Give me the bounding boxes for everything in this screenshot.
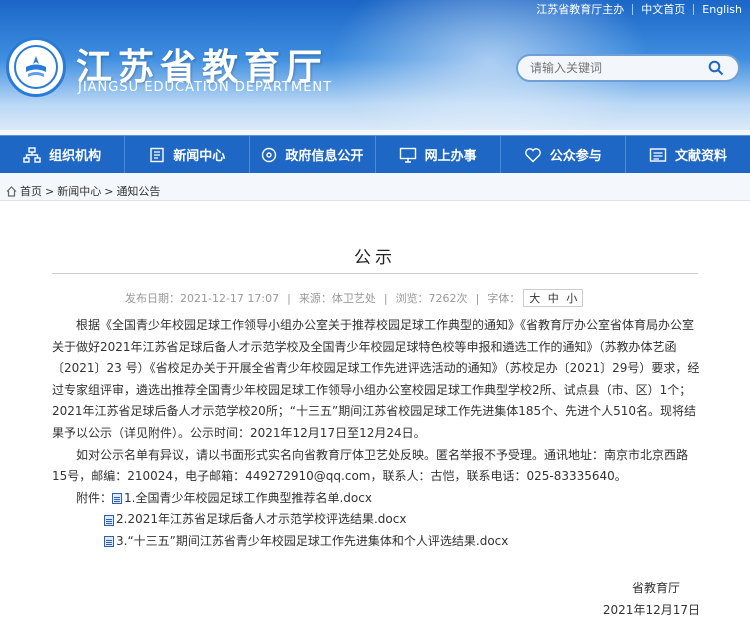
- nav-item-documents[interactable]: 文献资料: [626, 136, 750, 173]
- org-chart-icon: [23, 146, 41, 163]
- article-title: 公示: [354, 248, 396, 268]
- article-panel: 公示 发布日期：2021-12-17 17:07 | 来源：体卫艺处 | 浏览：…: [0, 200, 750, 626]
- chinese-home-link[interactable]: 中文首页: [632, 3, 693, 15]
- nav-item-news[interactable]: 新闻中心: [125, 136, 251, 173]
- search-input[interactable]: [518, 61, 703, 75]
- document-icon: [649, 147, 667, 162]
- nav-label: 网上办事: [424, 149, 477, 164]
- nav-item-public-participation[interactable]: 公众参与: [501, 136, 626, 173]
- site-logo[interactable]: [6, 37, 66, 97]
- english-link[interactable]: English: [693, 3, 750, 15]
- search-icon: [708, 60, 724, 76]
- article-meta: 发布日期：2021-12-17 17:07 | 来源：体卫艺处 | 浏览：726…: [125, 289, 584, 307]
- attachment-link-2[interactable]: 2.2021年江苏省足球后备人才示范学校评选结果.docx: [116, 509, 406, 531]
- nav-item-online-service[interactable]: 网上办事: [376, 136, 501, 173]
- nav-label: 政府信息公开: [285, 149, 364, 164]
- attachment-row: 附件： 1.全国青少年校园足球工作典型推荐名单.docx: [52, 488, 702, 510]
- signature: 省教育厅: [631, 581, 680, 595]
- breadcrumb-separator: >: [104, 184, 114, 198]
- nav-label: 组织机构: [49, 149, 102, 164]
- attachment-link-1[interactable]: 1.全国青少年校园足球工作典型推荐名单.docx: [124, 488, 372, 510]
- attachment-link-3[interactable]: 3.“十三五”期间江苏省青少年校园足球工作先进集体和个人评选结果.docx: [116, 531, 508, 553]
- sign-date: 2021年12月17日: [602, 603, 700, 617]
- breadcrumb-notice-link[interactable]: 通知公告: [116, 183, 160, 199]
- article-source: 来源：体卫艺处: [298, 292, 376, 305]
- search-button[interactable]: [703, 56, 729, 80]
- nav-label: 公众参与: [549, 149, 602, 164]
- search-box: [516, 54, 740, 82]
- word-doc-icon: [104, 536, 114, 548]
- sponsor-text: 江苏省教育厅主办: [536, 2, 625, 16]
- publish-date: 发布日期：2021-12-17 17:07: [125, 292, 280, 305]
- title-divider: [52, 273, 698, 274]
- top-bar: 江苏省教育厅主办 中文首页 English: [528, 0, 750, 18]
- breadcrumb-separator: >: [45, 184, 55, 198]
- breadcrumb-home-link[interactable]: 首页: [20, 183, 42, 199]
- news-icon: [150, 147, 164, 162]
- font-medium-button[interactable]: 中: [548, 292, 559, 305]
- attachment-row: 2.2021年江苏省足球后备人才示范学校评选结果.docx: [52, 509, 702, 531]
- font-size-switcher: 大 中 小: [523, 289, 584, 307]
- meta-separator: |: [287, 291, 291, 305]
- font-small-button[interactable]: 小: [566, 292, 577, 305]
- font-size-label: 字体：: [487, 292, 521, 305]
- meta-separator: |: [475, 291, 480, 305]
- font-large-button[interactable]: 大: [529, 292, 540, 305]
- paragraph-2: 如对公示名单有异议，请以书面形式实名向省教育厅体卫艺处反映。匿名举报不予受理。通…: [52, 447, 689, 484]
- view-count: 浏览：7262次: [395, 292, 468, 305]
- logo-emblem-icon: [14, 45, 58, 89]
- site-header: 江苏省教育厅主办 中文首页 English 江苏省教育厅 JIANGSU EDU…: [0, 0, 750, 130]
- site-subtitle: JIANGSU EDUCATION DEPARTMENT: [78, 80, 333, 95]
- article-body: 根据《全国青少年校园足球工作领导小组办公室关于推荐校园足球工作典型的通知》《省教…: [52, 315, 702, 553]
- nav-label: 文献资料: [674, 149, 727, 164]
- word-doc-icon: [104, 514, 114, 526]
- nav-label: 新闻中心: [173, 149, 226, 164]
- breadcrumb-news-link[interactable]: 新闻中心: [57, 183, 101, 199]
- meta-separator: |: [383, 291, 388, 305]
- heart-icon: [524, 147, 541, 162]
- word-doc-icon: [112, 493, 123, 505]
- breadcrumb: 首页 > 新闻中心 > 通知公告: [6, 183, 160, 199]
- paragraph-1: 根据《全国青少年校园足球工作领导小组办公室关于推荐校园足球工作典型的通知》《省教…: [52, 318, 700, 440]
- attachment-row: 3.“十三五”期间江苏省青少年校园足球工作先进集体和个人评选结果.docx: [52, 531, 702, 553]
- disc-icon: [262, 147, 277, 162]
- attachments-label: 附件：: [76, 490, 113, 505]
- nav-item-gov-info[interactable]: 政府信息公开: [250, 136, 376, 173]
- home-icon: [6, 185, 17, 197]
- nav-item-organization[interactable]: 组织机构: [0, 136, 126, 173]
- main-nav: 组织机构 新闻中心 政府信息公开 网上办事 公众参与 文献资料: [0, 135, 750, 173]
- monitor-icon: [399, 147, 416, 163]
